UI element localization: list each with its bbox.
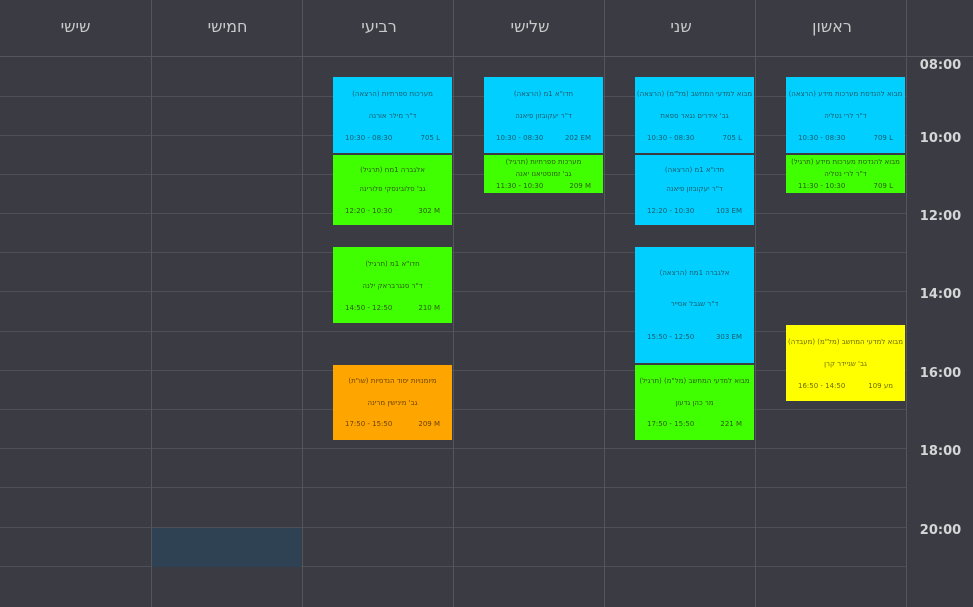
day-header-friday: שישי [60,17,91,36]
course-lecturer: גב' מינישין מרינה [367,399,418,407]
course-room: 209 M [418,420,440,428]
course-block[interactable]: מבוא להנדסת מערכות מידע (הרצאה) ד"ר לרי … [786,77,905,153]
course-time: 11:30 - 10:30 [496,182,544,190]
course-time: 10:30 - 08:30 [496,134,544,142]
course-title: מבוא להנדסת מערכות מידע (תרגיל) [791,158,900,166]
course-lecturer: ד"ר מילר אורנה [368,112,417,120]
course-room: 209 M [569,182,591,190]
course-room: 705 L [420,134,441,142]
course-block[interactable]: מיומנויות יסוד הנדסיות (שו"ת) גב' מינישי… [333,365,452,440]
course-block[interactable]: מבוא למדעי המחשב (מל"מ) (הרצאה) גב' אידר… [635,77,754,153]
course-time: 11:30 - 10:30 [798,182,846,190]
course-block[interactable]: מערכות ספרתיות (הרצאה) ד"ר מילר אורנה 10… [333,77,452,153]
course-block[interactable]: מבוא למדעי המחשב (מל"מ) (מעבדה) גב' שניי… [786,325,905,401]
course-lecturer: ד"ר יעקובזון פיאנה [666,185,723,193]
course-title: אלגברה 1מח (הרצאה) [659,269,730,277]
course-time: 17:50 - 15:50 [345,420,393,428]
course-title: מבוא למדעי המחשב (מל"מ) (מעבדה) [788,338,903,346]
course-room: 221 M [720,420,742,428]
column-divider [453,0,454,607]
course-room: 709 L [873,134,894,142]
course-title: מבוא למדעי המחשב (מל"מ) (הרצאה) [636,90,753,98]
column-divider [604,0,605,607]
course-lecturer: גב' סלובינסקי פלורינה [359,185,426,193]
time-label: 14:00 [919,287,962,302]
course-lecturer: ד"ר סנגרבראק ילנה [362,282,423,290]
course-title: חדו"א 1מ (הרצאה) [513,90,574,98]
course-time: 10:30 - 08:30 [345,134,393,142]
course-room: 103 EM [715,207,742,215]
course-title: מבוא למדעי המחשב (מל"מ) (תרגיל) [639,377,750,385]
course-title: אלגברה 1מח (תרגיל) [360,166,425,174]
course-title: מערכות ספרתיות (תרגיל) [505,158,582,166]
course-block[interactable]: מערכות ספרתיות (תרגיל) גב' זמוסטיאנו יאנ… [484,155,603,193]
day-header-tuesday: שלישי [510,17,550,36]
column-divider [906,0,907,607]
course-room: 210 M [418,304,440,312]
day-header-thursday: חמישי [207,17,248,36]
time-label: 10:00 [919,131,962,146]
time-label: 20:00 [919,523,962,538]
selected-time-slot[interactable] [152,528,301,567]
course-block[interactable]: אלגברה 1מח (הרצאה) ד"ר שגבל אסייר 15:50 … [635,247,754,363]
course-title: מיומנויות יסוד הנדסיות (שו"ת) [348,377,437,385]
course-block[interactable]: חדו"א 1מ (הרצאה) ד"ר יעקובזון פיאנה 12:2… [635,155,754,225]
course-lecturer: ד"ר לרי נטליה [824,170,867,178]
time-label: 12:00 [919,209,962,224]
course-block[interactable]: אלגברה 1מח (תרגיל) גב' סלובינסקי פלורינה… [333,155,452,225]
course-title: מבוא להנדסת מערכות מידע (הרצאה) [788,90,903,98]
course-lecturer: ד"ר יעקובזון פיאנה [515,112,572,120]
column-divider [151,0,152,607]
day-header-wednesday: רביעי [361,17,397,36]
course-block[interactable]: מבוא להנדסת מערכות מידע (תרגיל) ד"ר לרי … [786,155,905,193]
course-time: 10:30 - 08:30 [647,134,695,142]
course-title: חדו"א 1מ (הרצאה) [664,166,725,174]
time-label: 16:00 [919,366,962,381]
course-lecturer: גב' שניידר קרן [824,360,867,368]
course-room: 302 M [418,207,440,215]
course-title: מערכות ספרתיות (הרצאה) [352,90,433,98]
course-block[interactable]: חדו"א 1מ (תרגיל) ד"ר סנגרבראק ילנה 14:50… [333,247,452,323]
course-time: 15:50 - 12:50 [647,333,695,341]
course-lecturer: ד"ר שגבל אסייר [670,300,719,308]
day-header-monday: שני [670,17,692,36]
course-room: 705 L [722,134,743,142]
course-time: 14:50 - 12:50 [345,304,393,312]
course-title: חדו"א 1מ (תרגיל) [365,260,420,268]
course-room: 303 EM [715,333,742,341]
time-label: 18:00 [919,444,962,459]
column-divider [302,0,303,607]
course-block[interactable]: חדו"א 1מ (הרצאה) ד"ר יעקובזון פיאנה 10:3… [484,77,603,153]
course-room: מע 109 [868,382,893,390]
column-divider [755,0,756,607]
course-time: 17:50 - 15:50 [647,420,695,428]
course-lecturer: מר כהן גדעון [675,399,714,407]
course-time: 10:30 - 08:30 [798,134,846,142]
course-time: 12:20 - 10:30 [647,207,695,215]
course-time: 16:50 - 14:50 [798,382,846,390]
course-time: 12:20 - 10:30 [345,207,393,215]
day-header-sunday: ראשון [812,17,852,36]
course-lecturer: גב' זמוסטיאנו יאנה [515,170,572,178]
time-label: 08:00 [919,58,962,73]
course-lecturer: ד"ר לרי נטליה [824,112,867,120]
course-room: 202 EM [564,134,591,142]
course-room: 709 L [873,182,894,190]
course-lecturer: גב' אידרים נגאר ספאת [660,112,729,120]
course-block[interactable]: מבוא למדעי המחשב (מל"מ) (תרגיל) מר כהן ג… [635,365,754,440]
